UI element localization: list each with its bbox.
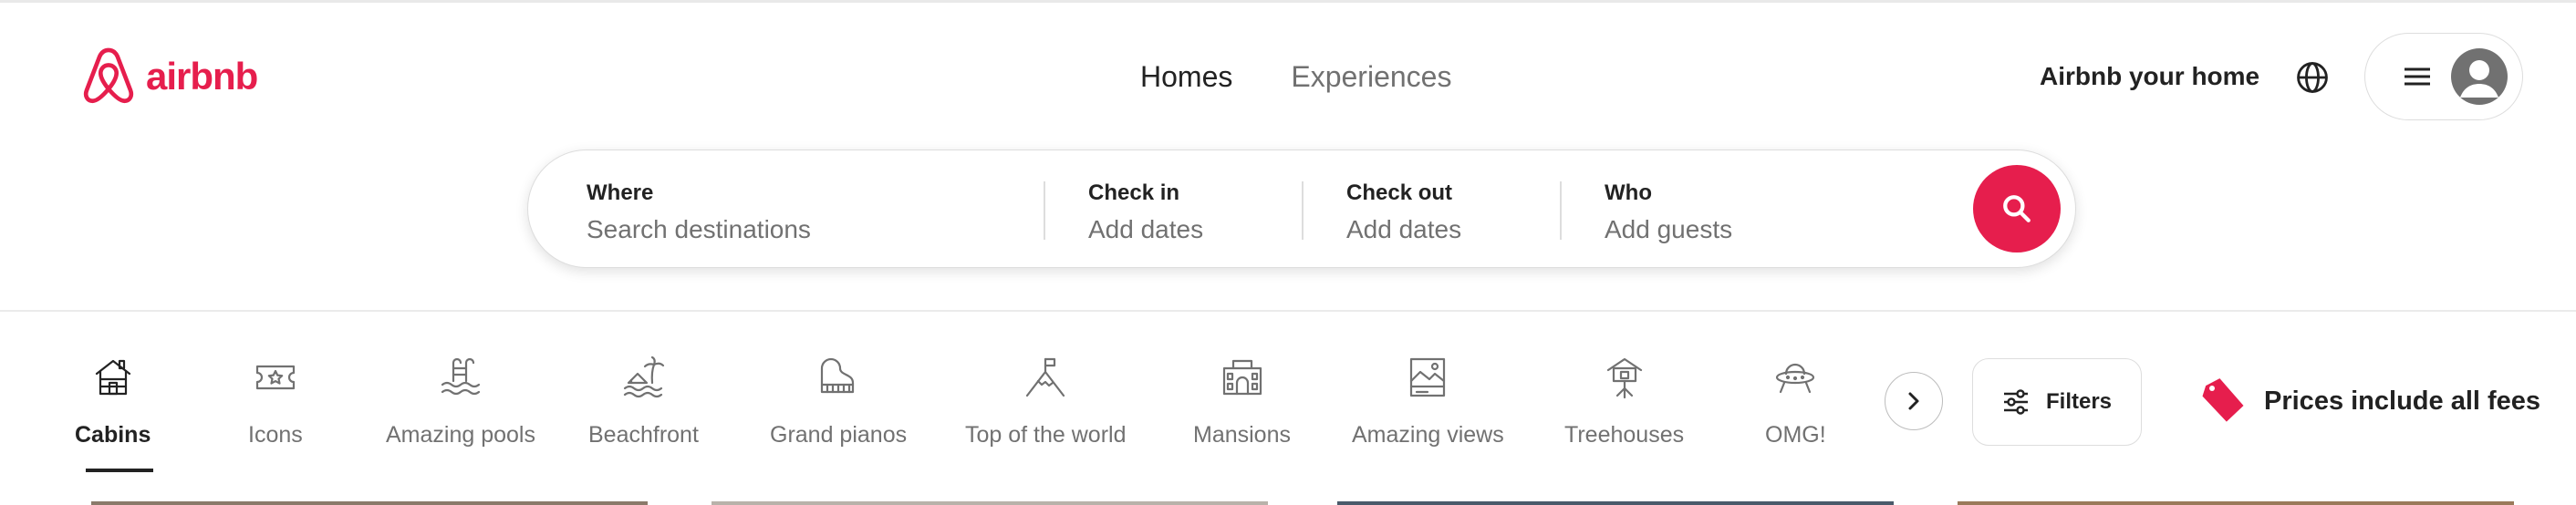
category-label: Beachfront [588,422,699,448]
globe-icon[interactable] [2295,60,2330,95]
chevron-right-icon [1908,392,1919,410]
checkin-placeholder[interactable]: Add dates [1088,212,1289,247]
category-label: Amazing pools [386,422,535,448]
category-icons[interactable]: Icons [248,356,303,448]
category-cabins[interactable]: Cabins [75,356,151,448]
category-label: Grand pianos [770,422,908,448]
category-beachfront[interactable]: Beachfront [588,356,699,448]
who-field[interactable]: Who Add guests [1605,180,1933,247]
checkout-label: Check out [1346,180,1453,205]
checkin-label: Check in [1088,180,1180,205]
beach-icon [624,356,665,398]
category-label: OMG! [1765,422,1826,448]
brand-name: airbnb [146,55,258,98]
pool-icon [441,357,481,396]
sliders-icon [2003,389,2028,415]
price-tag-icon [2202,378,2244,422]
user-avatar-icon [2451,48,2508,105]
category-mansions[interactable]: Mansions [1193,356,1291,448]
search-icon [2003,195,2031,222]
mansion-icon [1222,359,1262,396]
category-top-of-the-world[interactable]: Top of the world [965,356,1127,448]
active-category-indicator [86,469,153,472]
category-label: Top of the world [965,422,1127,448]
primary-nav: Homes Experiences [1140,55,1451,98]
ticket-star-icon [255,365,295,390]
where-label: Where [587,180,654,205]
checkin-field[interactable]: Check in Add dates [1088,180,1289,247]
categories-next-button[interactable] [1885,372,1943,430]
search-divider [1044,181,1045,240]
category-omg[interactable]: OMG! [1765,356,1826,448]
category-treehouses[interactable]: Treehouses [1564,356,1684,448]
checkout-placeholder[interactable]: Add dates [1346,212,1547,247]
where-placeholder[interactable]: Search destinations [587,212,1015,247]
listing-photo-edge [1958,501,2514,505]
airbnb-your-home-link[interactable]: Airbnb your home [2040,60,2259,93]
who-placeholder[interactable]: Add guests [1605,212,1933,247]
prices-include-fees-label: Prices include all fees [2264,386,2541,416]
search-divider [1560,181,1562,240]
piano-icon [820,357,855,394]
treehouse-icon [1606,357,1642,399]
category-amazing-views[interactable]: Amazing views [1352,356,1504,448]
category-label: Cabins [75,422,151,448]
tab-experiences[interactable]: Experiences [1291,55,1451,98]
listing-photo-edge [1337,501,1894,505]
listing-photo-edge [91,501,648,505]
view-icon [1410,357,1446,397]
listing-photo-edge [712,501,1268,505]
top-border [0,0,2576,3]
where-field[interactable]: Where Search destinations [587,180,1015,247]
search-button[interactable] [1973,165,2061,252]
category-grand-pianos[interactable]: Grand pianos [770,356,907,448]
cabin-icon [95,359,130,396]
mountain-flag-icon [1026,357,1065,397]
tab-homes[interactable]: Homes [1140,55,1232,98]
price-fees-toggle[interactable]: Prices include all fees [2197,376,2540,427]
hamburger-icon [2405,67,2430,86]
category-amazing-pools[interactable]: Amazing pools [386,356,535,448]
airbnb-logo-icon [83,47,134,104]
category-label: Icons [248,422,303,448]
header-divider [0,310,2576,312]
category-label: Mansions [1193,422,1291,448]
search-divider [1302,181,1304,240]
checkout-field[interactable]: Check out Add dates [1346,180,1547,247]
airbnb-logo[interactable]: airbnb [80,44,258,109]
filters-button[interactable]: Filters [1972,358,2142,446]
who-label: Who [1605,180,1652,205]
filters-label: Filters [2045,389,2113,414]
category-label: Treehouses [1564,422,1685,448]
ufo-icon [1776,363,1815,394]
search-bar: Where Search destinations Check in Add d… [527,149,2076,268]
user-menu-button[interactable] [2364,33,2523,120]
category-label: Amazing views [1352,422,1504,448]
